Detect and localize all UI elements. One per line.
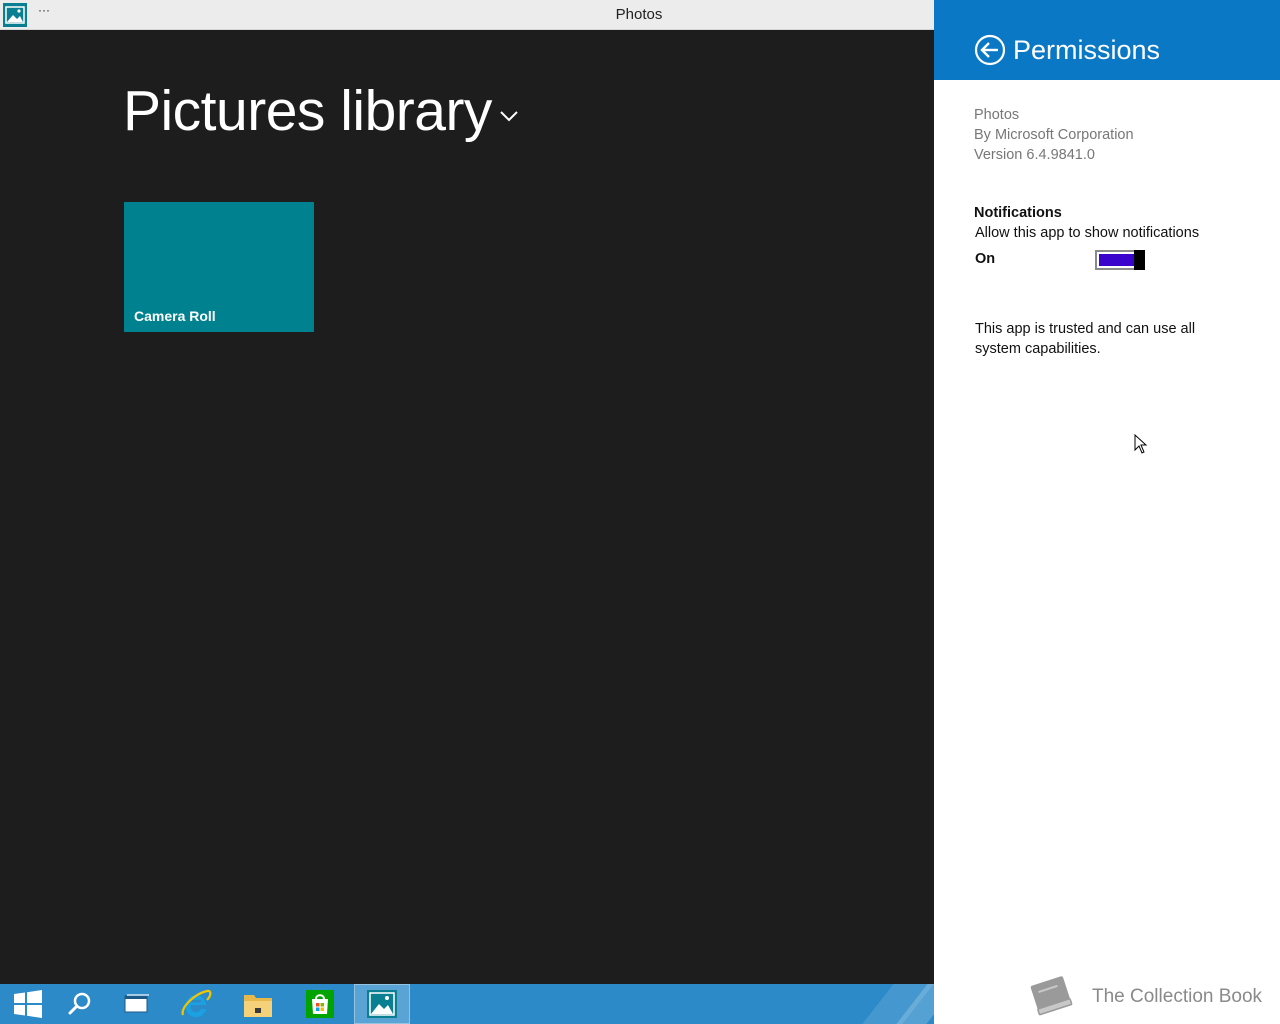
folder-tile-camera-roll[interactable]: Camera Roll [124, 202, 314, 332]
toggle-track [1099, 254, 1135, 266]
task-view-icon [124, 993, 150, 1015]
start-button[interactable] [0, 984, 56, 1024]
page-title[interactable]: Pictures library [123, 80, 492, 142]
back-arrow-icon [974, 34, 1006, 70]
permissions-flyout: Permissions Photos By Microsoft Corporat… [934, 0, 1280, 1024]
app-content: Pictures library Camera Roll [0, 30, 934, 985]
app-name: Photos [974, 107, 1020, 123]
store-taskbar-button[interactable] [292, 984, 348, 1024]
internet-explorer-icon [180, 988, 212, 1020]
notifications-toggle-state: On [975, 251, 996, 267]
back-button[interactable] [974, 34, 1006, 66]
flyout-header: Permissions [934, 0, 1280, 80]
app-info: Photos By Microsoft Corporation Version … [974, 105, 1134, 165]
store-icon [305, 989, 335, 1019]
app-publisher: By Microsoft Corporation [974, 127, 1134, 143]
taskbar [0, 984, 934, 1024]
windows-start-icon [13, 990, 43, 1018]
chevron-down-icon[interactable] [498, 108, 520, 124]
flyout-title: Permissions [1013, 35, 1161, 65]
title-bar: ··· Photos [0, 0, 934, 30]
app-version: Version 6.4.9841.0 [974, 147, 1095, 163]
watermark: The Collection Book [1026, 972, 1266, 1022]
file-explorer-taskbar-button[interactable] [230, 984, 286, 1024]
library-selector[interactable]: Pictures library [123, 80, 520, 142]
mouse-cursor-icon [1134, 433, 1148, 454]
notifications-toggle[interactable] [1095, 250, 1145, 270]
notifications-description: Allow this app to show notifications [975, 225, 1200, 241]
notifications-heading: Notifications [974, 205, 1062, 221]
internet-explorer-taskbar-button[interactable] [168, 984, 224, 1024]
photos-icon [367, 990, 397, 1018]
tile-label: Camera Roll [134, 308, 216, 324]
task-view-button[interactable] [109, 984, 165, 1024]
book-icon [1026, 972, 1078, 1022]
watermark-text: The Collection Book [1092, 986, 1263, 1007]
file-explorer-icon [243, 990, 273, 1018]
trusted-app-message: This app is trusted and can use all syst… [975, 321, 1196, 357]
toggle-thumb[interactable] [1134, 250, 1145, 270]
search-button[interactable] [52, 984, 108, 1024]
photos-taskbar-button[interactable] [354, 984, 410, 1024]
search-icon [67, 991, 93, 1017]
